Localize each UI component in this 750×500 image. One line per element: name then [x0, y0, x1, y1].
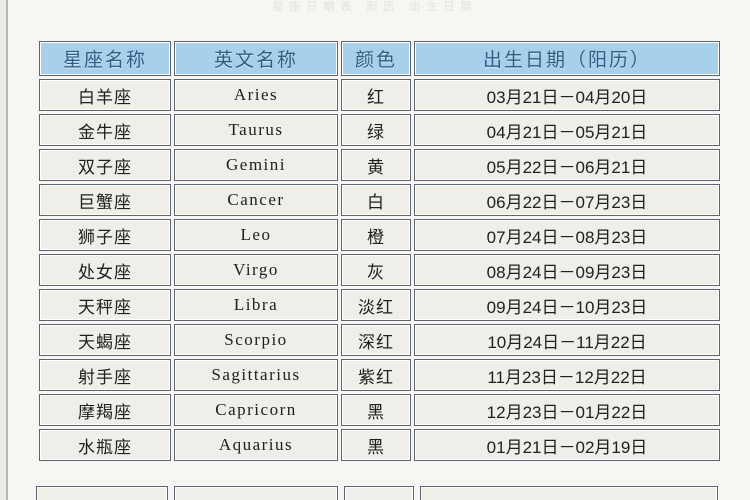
- clipped-cell-birth-date: [420, 486, 718, 500]
- zodiac-table-container: 星座名称 英文名称 颜色 出生日期（阳历） 白羊座 Aries 红 03月21日…: [36, 38, 720, 464]
- cell-zodiac-name: 双子座: [39, 149, 171, 181]
- cell-birth-date: 11月23日－12月22日: [414, 359, 720, 391]
- cell-zodiac-name: 狮子座: [39, 219, 171, 251]
- clipped-cell-english-name: [174, 486, 338, 500]
- cell-color: 黑: [341, 429, 411, 461]
- cell-zodiac-name: 处女座: [39, 254, 171, 286]
- table-row: 双子座 Gemini 黄 05月22日－06月21日: [39, 149, 720, 181]
- cell-english-name: Capricorn: [174, 394, 338, 426]
- column-header-birth-date[interactable]: 出生日期（阳历）: [414, 41, 720, 76]
- table-row: 白羊座 Aries 红 03月21日－04月20日: [39, 79, 720, 111]
- cell-birth-date: 05月22日－06月21日: [414, 149, 720, 181]
- cell-english-name: Gemini: [174, 149, 338, 181]
- table-row: 天蝎座 Scorpio 深红 10月24日－11月22日: [39, 324, 720, 356]
- cell-zodiac-name: 摩羯座: [39, 394, 171, 426]
- cell-birth-date: 04月21日－05月21日: [414, 114, 720, 146]
- cell-birth-date: 03月21日－04月20日: [414, 79, 720, 111]
- table-row: 金牛座 Taurus 绿 04月21日－05月21日: [39, 114, 720, 146]
- cell-english-name: Cancer: [174, 184, 338, 216]
- cell-zodiac-name: 白羊座: [39, 79, 171, 111]
- table-row: 处女座 Virgo 灰 08月24日－09月23日: [39, 254, 720, 286]
- cell-english-name: Taurus: [174, 114, 338, 146]
- cell-zodiac-name: 射手座: [39, 359, 171, 391]
- cell-birth-date: 09月24日－10月23日: [414, 289, 720, 321]
- cell-english-name: Aries: [174, 79, 338, 111]
- cell-english-name: Virgo: [174, 254, 338, 286]
- cell-birth-date: 01月21日－02月19日: [414, 429, 720, 461]
- cell-english-name: Scorpio: [174, 324, 338, 356]
- table-row: 摩羯座 Capricorn 黑 12月23日－01月22日: [39, 394, 720, 426]
- clipped-cell-color: [344, 486, 414, 500]
- clipped-cell-zodiac-name: [36, 486, 168, 500]
- cell-zodiac-name: 天蝎座: [39, 324, 171, 356]
- cell-color: 橙: [341, 219, 411, 251]
- cell-birth-date: 12月23日－01月22日: [414, 394, 720, 426]
- table-body: 白羊座 Aries 红 03月21日－04月20日 金牛座 Taurus 绿 0…: [39, 79, 720, 461]
- cell-color: 紫红: [341, 359, 411, 391]
- cell-english-name: Sagittarius: [174, 359, 338, 391]
- cell-birth-date: 07月24日－08月23日: [414, 219, 720, 251]
- table-row: 射手座 Sagittarius 紫红 11月23日－12月22日: [39, 359, 720, 391]
- cell-zodiac-name: 水瓶座: [39, 429, 171, 461]
- cell-color: 白: [341, 184, 411, 216]
- cell-color: 深红: [341, 324, 411, 356]
- cell-birth-date: 08月24日－09月23日: [414, 254, 720, 286]
- cell-english-name: Aquarius: [174, 429, 338, 461]
- cell-birth-date: 10月24日－11月22日: [414, 324, 720, 356]
- cell-color: 绿: [341, 114, 411, 146]
- column-header-color[interactable]: 颜色: [341, 41, 411, 76]
- column-header-english-name[interactable]: 英文名称: [174, 41, 338, 76]
- cell-zodiac-name: 巨蟹座: [39, 184, 171, 216]
- table-header-row: 星座名称 英文名称 颜色 出生日期（阳历）: [39, 41, 720, 76]
- cell-english-name: Libra: [174, 289, 338, 321]
- cell-color: 红: [341, 79, 411, 111]
- zodiac-table: 星座名称 英文名称 颜色 出生日期（阳历） 白羊座 Aries 红 03月21日…: [36, 38, 723, 464]
- cell-zodiac-name: 金牛座: [39, 114, 171, 146]
- cell-birth-date: 06月22日－07月23日: [414, 184, 720, 216]
- table-row: 水瓶座 Aquarius 黑 01月21日－02月19日: [39, 429, 720, 461]
- cell-english-name: Leo: [174, 219, 338, 251]
- table-row: 巨蟹座 Cancer 白 06月22日－07月23日: [39, 184, 720, 216]
- cell-color: 黑: [341, 394, 411, 426]
- cell-color: 灰: [341, 254, 411, 286]
- table-row: 狮子座 Leo 橙 07月24日－08月23日: [39, 219, 720, 251]
- faint-page-caption: 星座日期表 阳历 出生日期: [272, 1, 478, 13]
- table-row: 天秤座 Libra 淡红 09月24日－10月23日: [39, 289, 720, 321]
- column-header-zodiac-name[interactable]: 星座名称: [39, 41, 171, 76]
- cell-color: 淡红: [341, 289, 411, 321]
- cell-color: 黄: [341, 149, 411, 181]
- cell-zodiac-name: 天秤座: [39, 289, 171, 321]
- clipped-next-row: [36, 486, 718, 500]
